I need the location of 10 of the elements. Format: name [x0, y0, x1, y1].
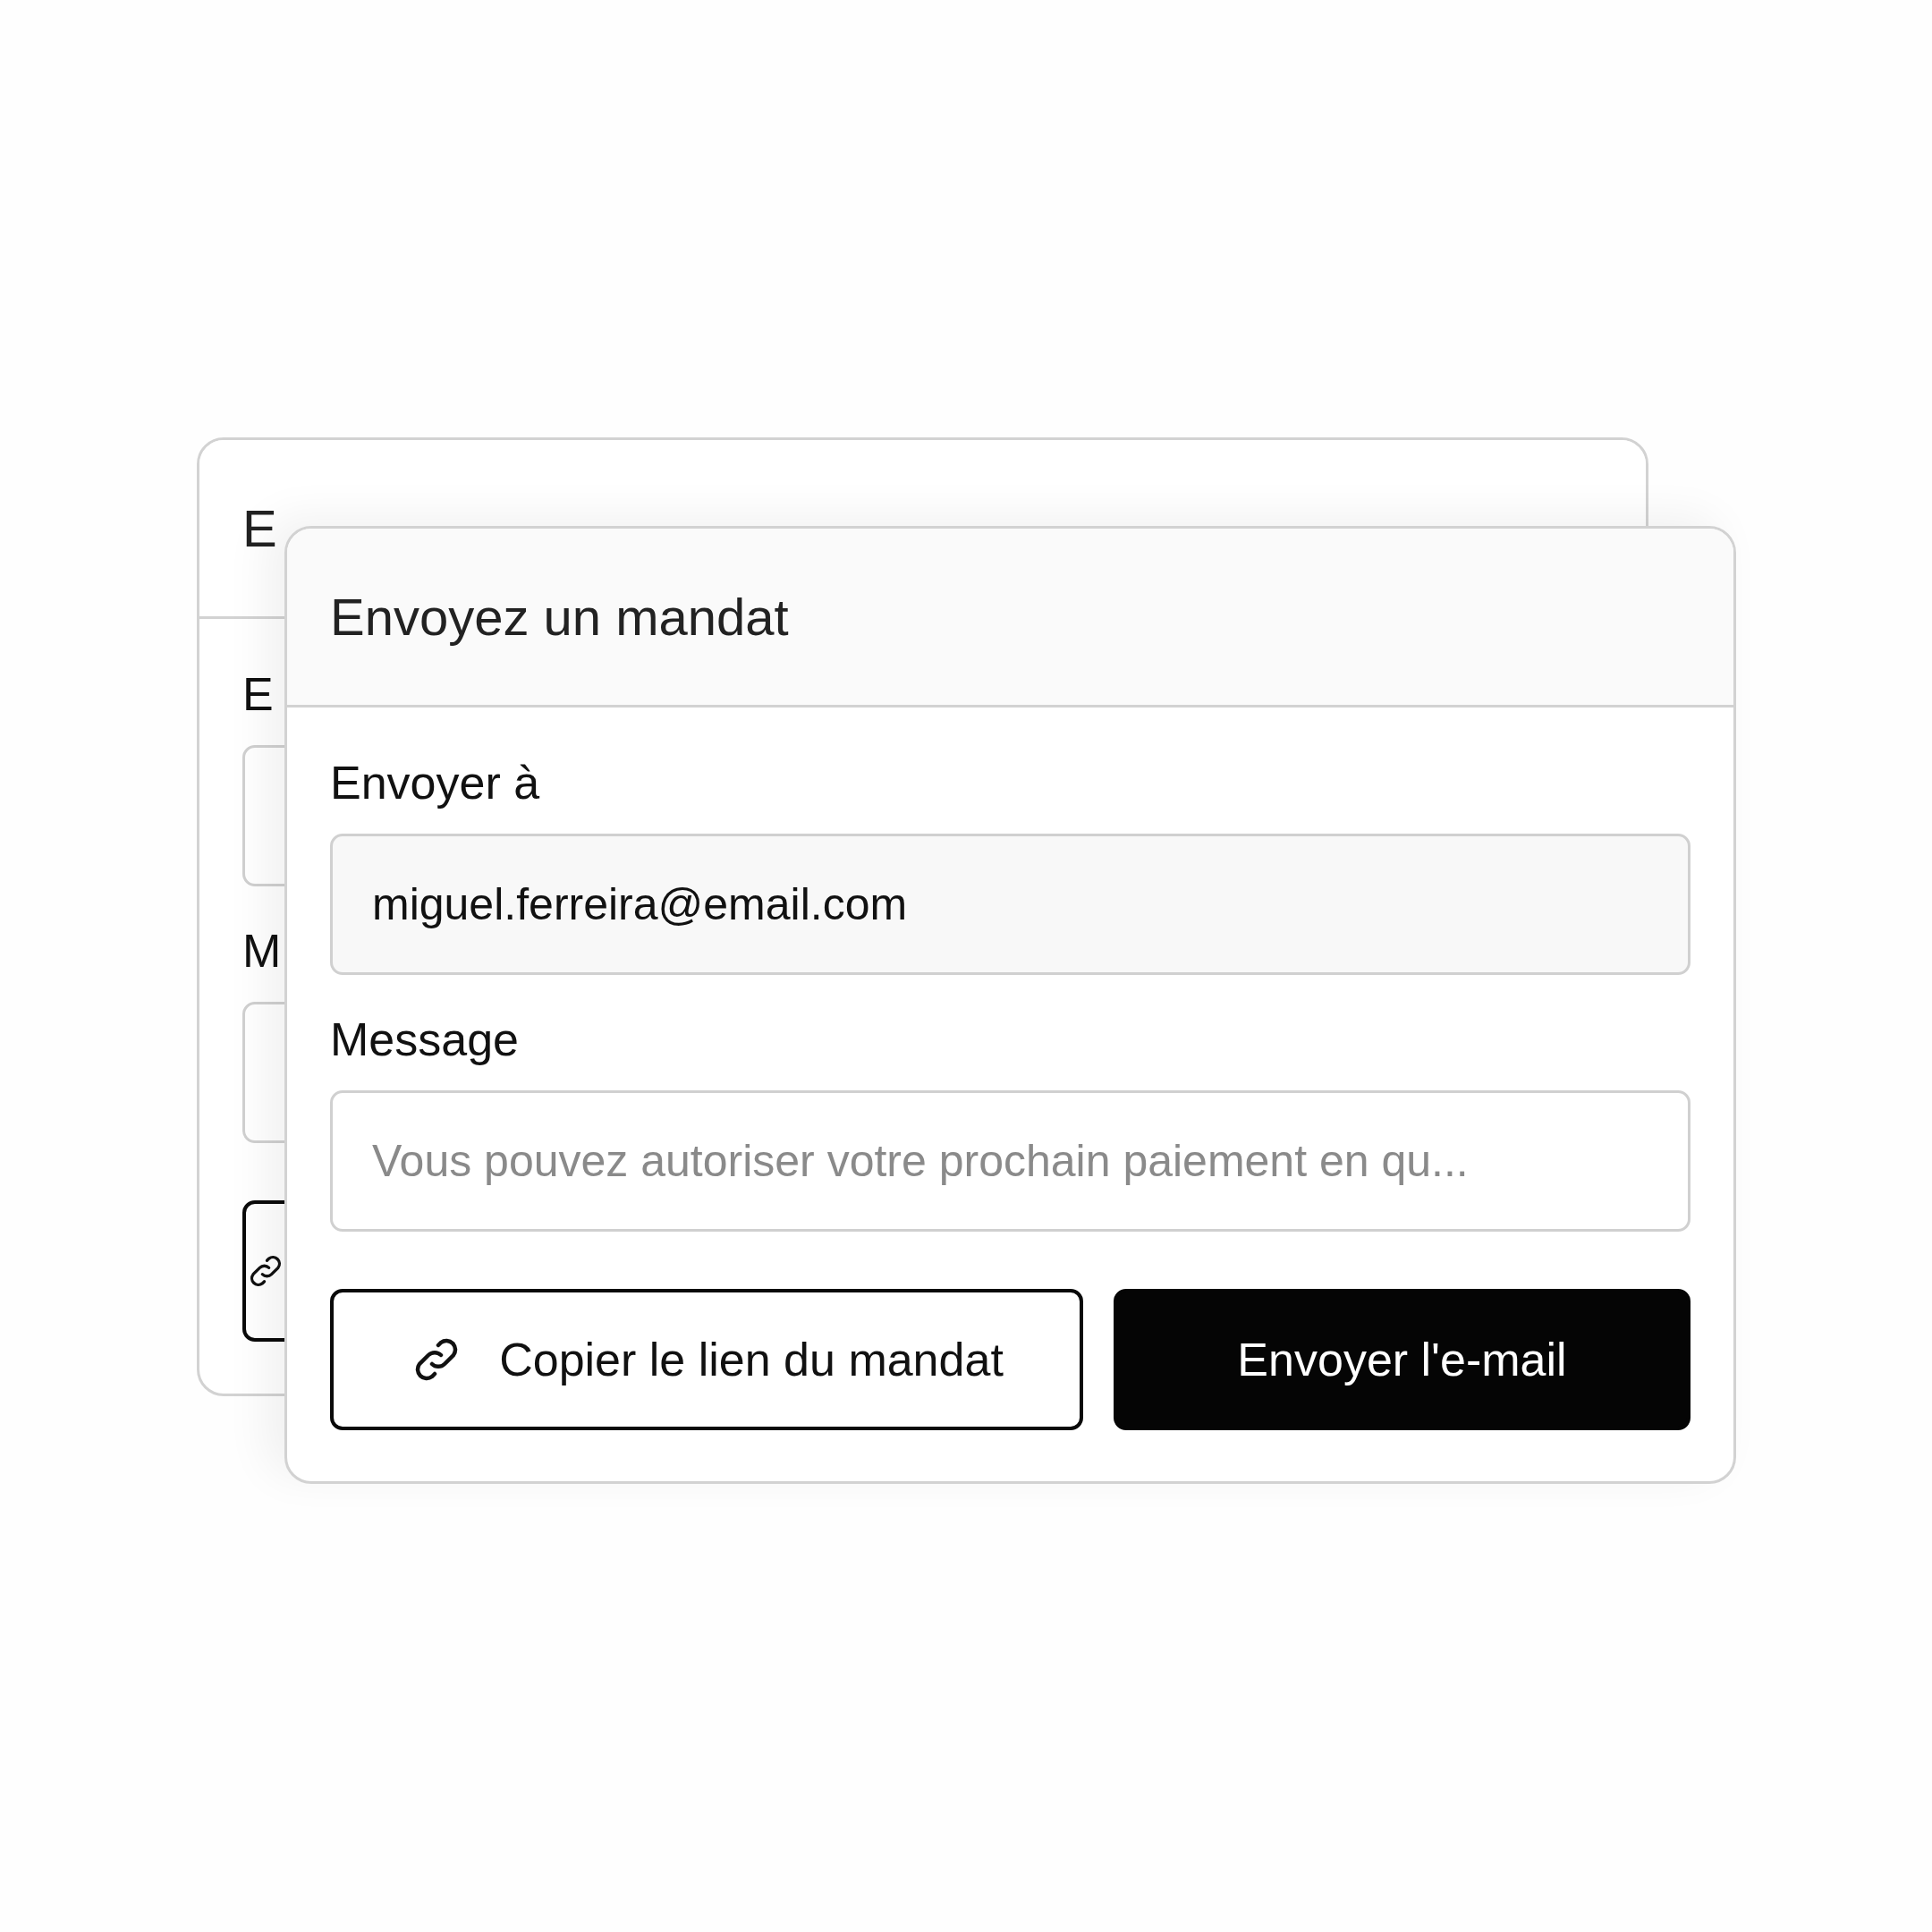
- field-label: M: [242, 926, 283, 978]
- dialog-title: Envoyez un mandat: [330, 587, 789, 647]
- dialog-title: E: [242, 498, 277, 558]
- input-field[interactable]: Vous pouvez autoriser votre prochain paiement en qu...: [330, 1090, 1690, 1233]
- send-email-button[interactable]: Envoyer l'e-mail: [1114, 1289, 1690, 1431]
- field-label: Message: [330, 1014, 520, 1066]
- input-field[interactable]: miguel.ferreira@email.com: [330, 834, 1690, 976]
- copy-link-button[interactable]: Copier le lien du mandat: [330, 1289, 1083, 1431]
- field-label: E: [242, 669, 275, 721]
- field-label: Envoyer à: [330, 758, 541, 809]
